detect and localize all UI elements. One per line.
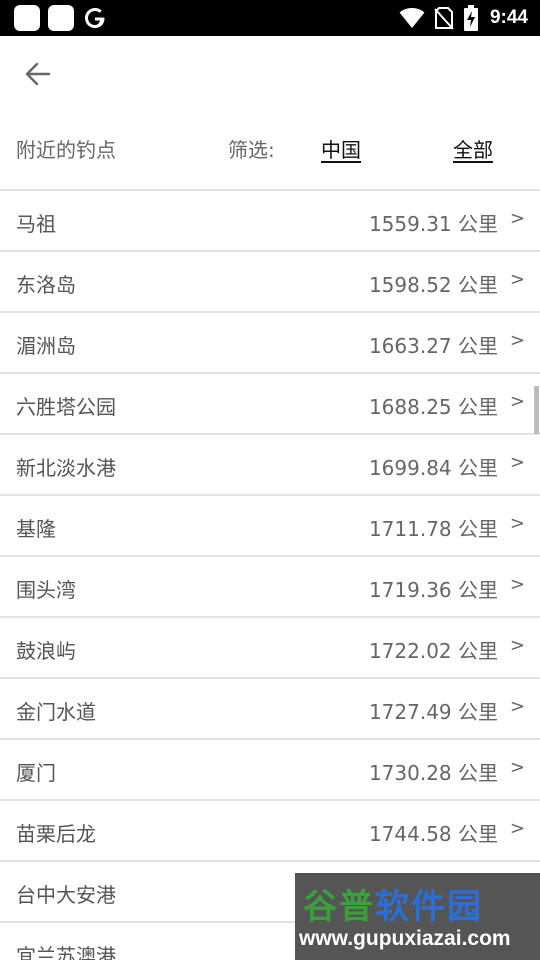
status-bar: 9:44: [0, 0, 540, 36]
status-bar-notifications: [14, 5, 108, 31]
filter-option-china[interactable]: 中国: [321, 134, 361, 163]
arrow-left-icon: [25, 62, 51, 86]
spot-list: 马祖 1559.31 公里 > 东洛岛 1598.52 公里 > 湄洲岛 166…: [0, 189, 540, 960]
scrollbar-thumb[interactable]: [534, 386, 539, 434]
chevron-right-icon: >: [509, 757, 525, 778]
spot-distance: 1727.49 公里: [368, 700, 498, 724]
spot-distance: 1598.52 公里: [368, 273, 498, 297]
watermark: 谷普软件园 www.gupuxiazai.com: [295, 873, 540, 960]
chevron-right-icon: >: [509, 269, 525, 290]
status-time: 9:44: [489, 7, 528, 28]
spot-distance: 1730.28 公里: [368, 761, 498, 785]
watermark-url: www.gupuxiazai.com: [299, 927, 511, 950]
list-item[interactable]: 鼓浪屿 1722.02 公里 >: [0, 618, 540, 679]
no-sim-icon: [434, 7, 454, 30]
spot-name: 六胜塔公园: [16, 395, 116, 419]
nearby-spots-label: 附近的钓点: [16, 138, 116, 162]
spot-name: 东洛岛: [16, 273, 76, 297]
list-item[interactable]: 金门水道 1727.49 公里 >: [0, 679, 540, 740]
chevron-right-icon: >: [509, 635, 525, 656]
spot-distance: 1559.31 公里: [368, 212, 498, 236]
spot-name: 宜兰苏澳港: [16, 944, 116, 960]
wifi-icon: [399, 8, 425, 28]
spot-name: 新北淡水港: [16, 456, 116, 480]
chevron-right-icon: >: [509, 574, 525, 595]
spot-name: 湄洲岛: [16, 334, 76, 358]
status-bar-system: 9:44: [399, 4, 528, 32]
filter-label: 筛选:: [228, 138, 275, 162]
list-item[interactable]: 六胜塔公园 1688.25 公里 >: [0, 374, 540, 435]
spot-distance: 1711.78 公里: [368, 517, 498, 541]
spot-name: 马祖: [16, 212, 56, 236]
chevron-right-icon: >: [509, 391, 525, 412]
list-item[interactable]: 苗栗后龙 1744.58 公里 >: [0, 801, 540, 862]
spot-name: 围头湾: [16, 578, 76, 602]
spot-name: 厦门: [16, 761, 56, 785]
spot-name: 苗栗后龙: [16, 822, 96, 846]
app-square-icon: [14, 5, 40, 31]
app-square-icon: [48, 5, 74, 31]
list-item[interactable]: 东洛岛 1598.52 公里 >: [0, 252, 540, 313]
google-icon: [85, 8, 105, 28]
watermark-title: 谷普软件园: [303, 879, 483, 928]
spot-distance: 1744.58 公里: [368, 822, 498, 846]
list-item[interactable]: 马祖 1559.31 公里 >: [0, 191, 540, 252]
filter-row: 附近的钓点 筛选: 中国 全部: [0, 120, 540, 176]
spot-name: 金门水道: [16, 700, 96, 724]
chevron-right-icon: >: [509, 513, 525, 534]
list-item[interactable]: 基隆 1711.78 公里 >: [0, 496, 540, 557]
chevron-right-icon: >: [509, 208, 525, 229]
spot-name: 鼓浪屿: [16, 639, 76, 663]
spot-distance: 1663.27 公里: [368, 334, 498, 358]
chevron-right-icon: >: [509, 452, 525, 473]
back-button[interactable]: [18, 56, 58, 92]
spot-name: 基隆: [16, 517, 56, 541]
spot-distance: 1722.02 公里: [368, 639, 498, 663]
list-item[interactable]: 新北淡水港 1699.84 公里 >: [0, 435, 540, 496]
list-item[interactable]: 围头湾 1719.36 公里 >: [0, 557, 540, 618]
spot-name: 台中大安港: [16, 883, 116, 907]
chevron-right-icon: >: [509, 818, 525, 839]
spot-distance: 1719.36 公里: [368, 578, 498, 602]
list-item[interactable]: 湄洲岛 1663.27 公里 >: [0, 313, 540, 374]
chevron-right-icon: >: [509, 696, 525, 717]
spot-distance: 1688.25 公里: [368, 395, 498, 419]
spot-distance: 1699.84 公里: [368, 456, 498, 480]
battery-charging-icon: [463, 5, 478, 31]
chevron-right-icon: >: [509, 330, 525, 351]
filter-option-all[interactable]: 全部: [453, 134, 493, 163]
watermark-title-part2: 软件园: [375, 887, 483, 927]
list-item[interactable]: 厦门 1730.28 公里 >: [0, 740, 540, 801]
watermark-title-part1: 谷普: [303, 887, 375, 927]
